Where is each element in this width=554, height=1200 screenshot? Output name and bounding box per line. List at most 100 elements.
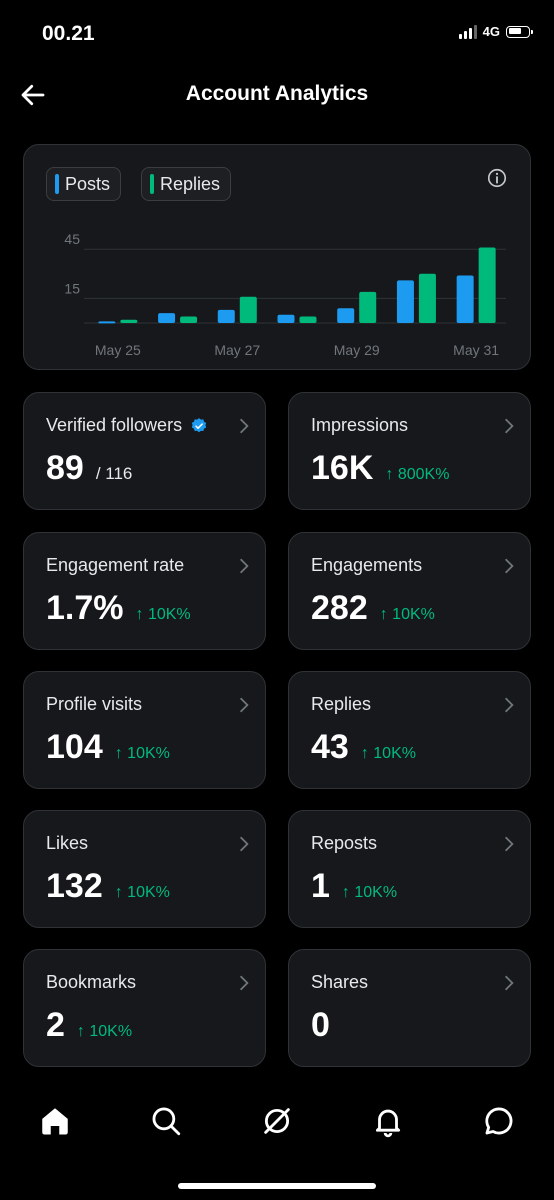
engagements-change: ↑ 10K% xyxy=(379,606,435,623)
x-tick-label: May 31 xyxy=(453,342,499,358)
bar-posts-may-31 xyxy=(456,275,474,323)
x-tick-label: May 25 xyxy=(95,342,141,358)
stat-value-row: 0 xyxy=(311,1006,330,1045)
reposts-change: ↑ 10K% xyxy=(341,884,398,901)
chevron-right-icon xyxy=(239,697,249,713)
verified-followers-value: 89 xyxy=(46,449,84,487)
shares-value: 0 xyxy=(311,1006,330,1044)
bar-chart: 45 15 May 25 May 27 May 29 May 31 xyxy=(64,231,506,358)
legend-posts-toggle[interactable]: Posts xyxy=(46,167,122,201)
replies-label: Replies xyxy=(311,694,372,714)
stat-card-profile-visits[interactable]: Profile visits 104 ↑ 10K% xyxy=(23,671,266,789)
chevron-right-icon xyxy=(239,975,249,991)
replies-value: 43 xyxy=(311,728,349,766)
bookmarks-label: Bookmarks xyxy=(46,972,137,992)
chart-card: Posts Replies 45 15 May 25 May 27 May 29 May … xyxy=(23,144,531,370)
message-icon[interactable] xyxy=(482,1104,516,1138)
home-indicator xyxy=(178,1183,376,1189)
replies-swatch xyxy=(150,174,154,194)
profile-visits-label: Profile visits xyxy=(46,694,143,714)
replies-change: ↑ 10K% xyxy=(360,745,416,762)
stat-card-reposts[interactable]: Reposts 1 ↑ 10K% xyxy=(288,810,531,928)
profile-visits-change: ↑ 10K% xyxy=(114,745,170,762)
network-type: 4G xyxy=(482,24,500,39)
x-tick-label: May 29 xyxy=(334,342,380,358)
likes-label: Likes xyxy=(46,833,89,853)
verified-followers-total: / 116 xyxy=(95,464,133,483)
reposts-value: 1 xyxy=(311,867,330,905)
bar-replies-may-28 xyxy=(299,316,317,323)
chevron-right-icon xyxy=(504,975,514,991)
stat-value-row: 1 ↑ 10K% xyxy=(311,867,397,906)
chevron-right-icon xyxy=(504,418,514,434)
posts-swatch xyxy=(55,174,59,194)
bottom-nav xyxy=(0,1090,554,1160)
x-tick-label: May 27 xyxy=(214,342,260,358)
bar-posts-may-28 xyxy=(277,314,295,323)
engagements-value: 282 xyxy=(311,589,368,627)
stat-value-row: 1.7% ↑ 10K% xyxy=(46,589,191,628)
stat-card-verified-followers[interactable]: Verified followers 89 / 116 xyxy=(23,392,266,510)
info-icon[interactable] xyxy=(486,167,508,189)
stat-label: Verified followers xyxy=(46,415,208,436)
stat-value-row: 2 ↑ 10K% xyxy=(46,1006,132,1045)
stat-value-row: 282 ↑ 10K% xyxy=(311,589,435,628)
bar-replies-may-29 xyxy=(359,291,377,323)
legend-replies-toggle[interactable]: Replies xyxy=(141,167,232,201)
stat-value-row: 16K ↑ 800K% xyxy=(311,449,449,488)
stat-card-replies[interactable]: Replies 43 ↑ 10K% xyxy=(288,671,531,789)
stat-card-engagement-rate[interactable]: Engagement rate 1.7% ↑ 10K% xyxy=(23,532,266,650)
chevron-right-icon xyxy=(239,418,249,434)
bar-posts-may-30 xyxy=(396,280,414,323)
signal-icon xyxy=(458,24,477,39)
stat-value-row: 43 ↑ 10K% xyxy=(311,728,416,767)
bar-replies-may-31 xyxy=(478,247,496,323)
y-tick-label: 15 xyxy=(64,280,80,296)
likes-value: 132 xyxy=(46,867,103,905)
engagement-rate-value: 1.7% xyxy=(46,589,124,627)
bar-replies-may-27 xyxy=(239,296,257,323)
status-time: 00.21 xyxy=(42,22,95,45)
stat-card-engagements[interactable]: Engagements 282 ↑ 10K% xyxy=(288,532,531,650)
impressions-label: Impressions xyxy=(311,415,409,435)
y-tick-label: 45 xyxy=(64,231,80,247)
search-icon[interactable] xyxy=(149,1104,183,1138)
chevron-right-icon xyxy=(239,836,249,852)
bar-replies-may-26 xyxy=(180,316,198,323)
stat-card-bookmarks[interactable]: Bookmarks 2 ↑ 10K% xyxy=(23,949,266,1067)
grok-icon[interactable] xyxy=(260,1104,294,1138)
chevron-right-icon xyxy=(504,558,514,574)
engagements-label: Engagements xyxy=(311,555,423,575)
legend-replies-label: Replies xyxy=(160,173,221,194)
page-title: Account Analytics xyxy=(185,82,369,105)
bookmarks-change: ↑ 10K% xyxy=(76,1023,133,1040)
stat-card-likes[interactable]: Likes 132 ↑ 10K% xyxy=(23,810,266,928)
bar-posts-may-27 xyxy=(217,309,235,323)
status-indicators: 4G xyxy=(458,24,533,39)
impressions-value: 16K xyxy=(311,449,374,487)
stat-card-impressions[interactable]: Impressions 16K ↑ 800K% xyxy=(288,392,531,510)
bell-icon[interactable] xyxy=(371,1104,405,1138)
bar-posts-may-26 xyxy=(158,313,176,323)
engagement-rate-label: Engagement rate xyxy=(46,555,185,575)
stat-value-row: 132 ↑ 10K% xyxy=(46,867,170,906)
status-bar: 00.21 4G xyxy=(0,0,554,66)
likes-change: ↑ 10K% xyxy=(114,884,170,901)
chevron-right-icon xyxy=(239,558,249,574)
stat-value-row: 104 ↑ 10K% xyxy=(46,728,170,767)
bar-posts-may-25 xyxy=(98,321,116,324)
bookmarks-value: 2 xyxy=(46,1006,65,1044)
bar-replies-may-30 xyxy=(418,273,436,323)
shares-label: Shares xyxy=(311,972,369,992)
legend-posts-label: Posts xyxy=(65,173,111,194)
profile-visits-value: 104 xyxy=(46,728,103,766)
home-icon[interactable] xyxy=(38,1104,72,1138)
bar-posts-may-29 xyxy=(337,308,355,323)
reposts-label: Reposts xyxy=(311,833,378,853)
stat-card-shares[interactable]: Shares 0 xyxy=(288,949,531,1067)
verified-badge-icon xyxy=(191,417,207,432)
bar-replies-may-25 xyxy=(120,319,138,323)
chevron-right-icon xyxy=(504,836,514,852)
chevron-right-icon xyxy=(504,697,514,713)
verified-followers-label: Verified followers xyxy=(46,415,183,435)
